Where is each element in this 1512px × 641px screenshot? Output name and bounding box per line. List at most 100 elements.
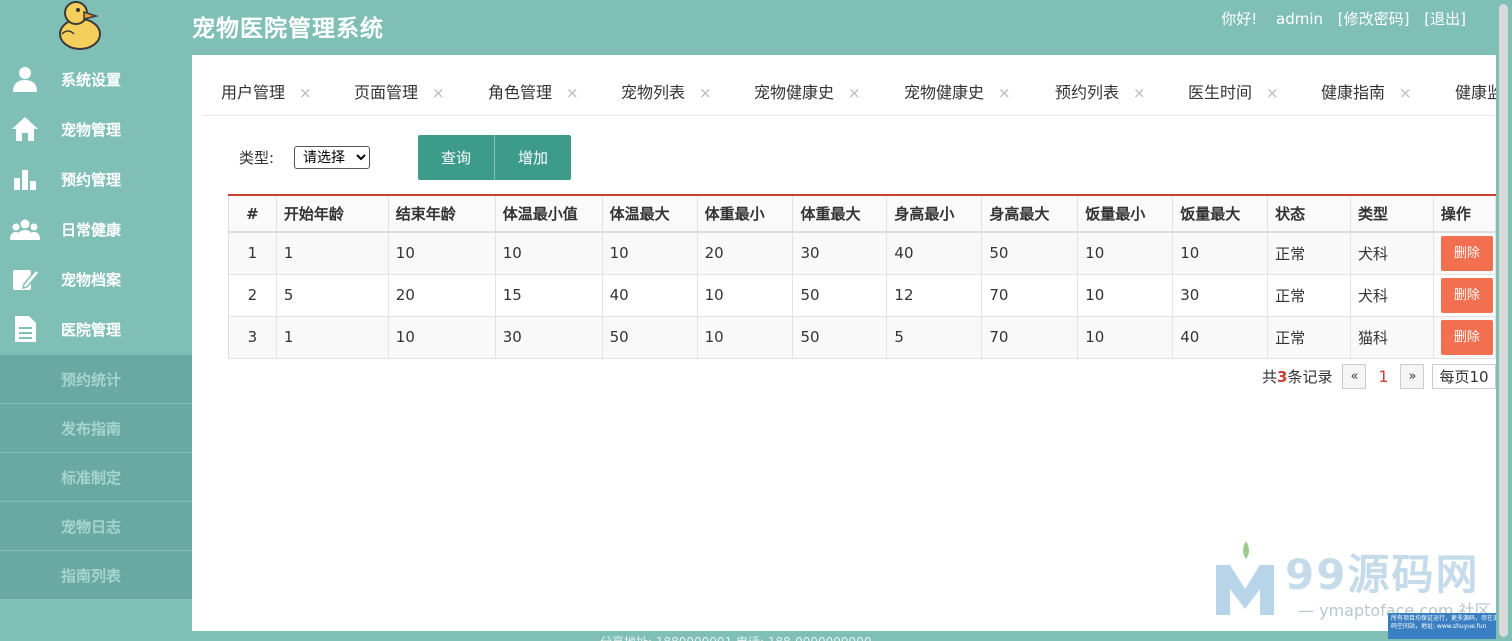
tab-pet-list[interactable]: 宠物列表 × [621,79,712,103]
table-cell: 12 [886,274,983,317]
close-icon[interactable]: × [1266,84,1279,102]
table-cell: 1 [228,232,277,275]
logout-link[interactable]: [退出] [1424,10,1466,28]
table-row: 3 1 10 30 50 10 50 5 70 10 40 正常 猫科 删除 [228,316,1496,359]
col-header: 体温最小值 [495,195,603,233]
tab-user-management[interactable]: 用户管理 × [221,79,312,103]
sidebar-item-appointment-management[interactable]: 预约管理 [0,154,192,204]
submenu-item-appointment-stats[interactable]: 预约统计 [0,355,192,404]
sidebar-item-daily-health[interactable]: 日常健康 [0,204,192,254]
scrollbar-thumb[interactable] [1499,4,1508,637]
home-icon [12,117,38,141]
table-cell: 正常 [1267,274,1351,317]
submenu-item-standard-setting[interactable]: 标准制定 [0,453,192,502]
tab-health-monitor[interactable]: 健康监 [1455,79,1496,103]
hospital-submenu: 预约统计 发布指南 标准制定 宠物日志 指南列表 [0,355,192,600]
table-cell: 20 [697,232,794,275]
close-icon[interactable]: × [1133,84,1146,102]
page-scrollbar[interactable] [1496,0,1512,641]
table-cell: 猫科 [1350,316,1434,359]
delete-button[interactable]: 删除 [1440,319,1493,355]
tab-pet-health-history[interactable]: 宠物健康史 × [754,79,861,103]
tab-health-guide[interactable]: 健康指南 × [1321,79,1412,103]
table-row: 1 1 10 10 10 20 30 40 50 10 10 正常 犬科 删除 [228,232,1496,275]
sidebar-item-label: 宠物管理 [61,121,122,139]
add-button[interactable]: 增加 [495,135,571,180]
col-header: 状态 [1267,195,1351,233]
table-cell: 50 [602,316,698,359]
sidebar-item-label: 日常健康 [61,221,122,239]
table-cell: 15 [495,274,603,317]
tab-pet-health-history-2[interactable]: 宠物健康史 × [904,79,1011,103]
delete-button[interactable]: 删除 [1440,235,1493,271]
col-header: 体重最大 [792,195,888,233]
sidebar-item-label: 宠物档案 [61,271,122,289]
close-icon[interactable]: × [998,84,1011,102]
document-icon [15,316,36,342]
username: admin [1276,10,1323,28]
table-cell: 正常 [1267,232,1351,275]
table-cell: 40 [602,274,698,317]
table-cell: 删除 [1433,316,1496,359]
table-cell: 5 [886,316,983,359]
action-button-group: 查询 增加 [418,135,571,180]
close-icon[interactable]: × [299,84,312,102]
table-cell: 50 [981,232,1079,275]
sidebar-item-hospital-management[interactable]: 医院管理 [0,304,192,354]
col-header: 体温最大 [602,195,698,233]
close-icon[interactable]: × [566,84,579,102]
sidebar-item-pet-management[interactable]: 宠物管理 [0,104,192,154]
sidebar-item-system-settings[interactable]: 系统设置 [0,54,192,104]
table-cell: 30 [792,232,888,275]
col-header: 类型 [1350,195,1434,233]
sidebar-item-pet-records[interactable]: 宠物档案 [0,254,192,304]
delete-button[interactable]: 删除 [1440,277,1493,313]
close-icon[interactable]: × [432,84,445,102]
watermark-logo-icon [1216,541,1274,615]
close-icon[interactable]: × [699,84,712,102]
table-cell: 30 [495,316,603,359]
col-header: 饭量最大 [1172,195,1269,233]
edit-icon [13,268,40,290]
app-title: 宠物医院管理系统 [192,16,384,42]
tab-page-management[interactable]: 页面管理 × [354,79,445,103]
standards-table: # 开始年龄 结束年龄 体温最小值 体温最大 体重最小 体重最大 身高最小 身高… [228,194,1496,359]
table-cell: 10 [388,232,496,275]
user-icon [13,67,37,92]
table-header-row: # 开始年龄 结束年龄 体温最小值 体温最大 体重最小 体重最大 身高最小 身高… [228,195,1496,233]
greeting-text: 你好! [1221,10,1258,28]
tab-appointment-list[interactable]: 预约列表 × [1055,79,1146,103]
table-cell: 3 [228,316,277,359]
next-page-button[interactable]: » [1400,364,1425,389]
table-cell: 40 [1172,316,1269,359]
submenu-item-publish-guide[interactable]: 发布指南 [0,404,192,453]
group-icon [10,219,40,240]
sidebar-item-label: 预约管理 [61,171,122,189]
table-cell: 10 [697,274,794,317]
total-records: 共3条记录 [1262,368,1333,386]
table-cell: 50 [792,274,888,317]
prev-page-button[interactable]: « [1342,364,1367,389]
bar-chart-icon [14,170,36,190]
close-icon[interactable]: × [848,84,861,102]
table-cell: 犬科 [1350,274,1434,317]
sidebar: 系统设置 宠物管理 预约管理 日常健康 宠物档案 医院管理 预约统计 发布指南 … [0,0,192,641]
query-button[interactable]: 查询 [418,135,495,180]
col-header: 结束年龄 [388,195,496,233]
watermark: 99源码网 — ymaptoface.com 社区 所有项目均保证运行，更多源码… [1210,535,1506,639]
current-page[interactable]: 1 [1366,367,1400,386]
submenu-item-guide-list[interactable]: 指南列表 [0,551,192,600]
change-password-link[interactable]: [修改密码] [1338,10,1410,28]
type-select[interactable]: 请选择 [294,146,370,169]
close-icon[interactable]: × [1399,84,1412,102]
table-cell: 删除 [1433,274,1496,317]
table-cell: 2 [228,274,277,317]
watermark-badge: 所有项目均保证运行，更多源码，尽在源码空间站，地址: www.shuyue.fu… [1388,613,1506,639]
col-header: 开始年龄 [276,195,389,233]
tab-role-management[interactable]: 角色管理 × [488,79,579,103]
submenu-item-pet-log[interactable]: 宠物日志 [0,502,192,551]
user-bar: 你好! admin [修改密码] [退出] [1221,8,1466,29]
tab-doctor-time[interactable]: 医生时间 × [1188,79,1279,103]
page-size-select[interactable]: 每页10 [1432,364,1496,389]
col-header: 饭量最小 [1077,195,1174,233]
